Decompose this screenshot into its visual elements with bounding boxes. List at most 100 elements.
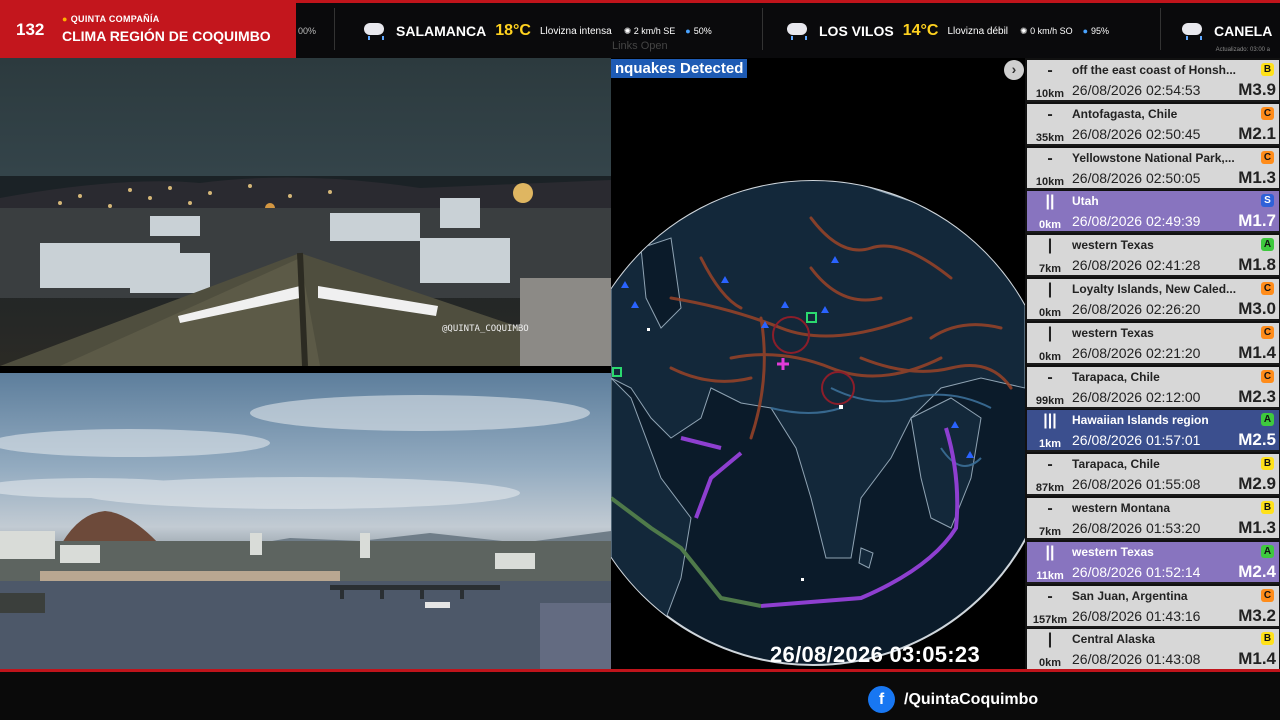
wind: ✺ 0 km/h SO bbox=[1020, 25, 1073, 36]
intensity-bars: - bbox=[1047, 587, 1053, 605]
quake-magnitude: M1.8 bbox=[1238, 255, 1276, 275]
alert-level-badge: S bbox=[1261, 194, 1274, 208]
quake-magnitude: M2.9 bbox=[1238, 474, 1276, 494]
quake-magnitude: M1.4 bbox=[1238, 649, 1276, 669]
brand-number: 132 bbox=[16, 20, 45, 39]
quake-time: 26/08/2026 01:43:08 bbox=[1072, 651, 1201, 668]
condition: Llovizna intensa bbox=[539, 25, 612, 37]
quake-list-item[interactable]: | 0km western Texas 26/08/2026 02:21:20 M1.4… bbox=[1027, 322, 1279, 365]
condition: Llovizna débil bbox=[947, 25, 1009, 37]
quake-distance: 157km bbox=[1032, 613, 1068, 626]
quake-list-item[interactable]: | 0km Central Alaska 26/08/2026 01:43:08 M1.… bbox=[1027, 629, 1279, 672]
quake-distance: 99km bbox=[1035, 394, 1065, 407]
facebook-icon[interactable]: f bbox=[868, 686, 895, 713]
quake-list-item[interactable]: || 11km western Texas 26/08/2026 01:52:14 M2… bbox=[1027, 541, 1279, 584]
droplet-icon: ● bbox=[685, 26, 691, 36]
earthquakes-detected-badge: nquakes Detected bbox=[611, 59, 748, 78]
temperature: 18°C bbox=[495, 22, 531, 39]
night-scene bbox=[0, 176, 611, 366]
quake-distance: 87km bbox=[1035, 482, 1065, 495]
map-clock: 26/08/2026 03:05:23 bbox=[770, 642, 980, 667]
droplet-icon: ● bbox=[1082, 26, 1089, 36]
quake-place: Utah bbox=[1072, 194, 1099, 209]
quake-magnitude: M2.1 bbox=[1238, 123, 1276, 143]
quake-magnitude: M1.7 bbox=[1238, 211, 1276, 231]
quake-distance: 10km bbox=[1035, 88, 1065, 100]
intensity-bars: - bbox=[1047, 500, 1053, 517]
open-links-label[interactable]: Links Open bbox=[612, 40, 668, 52]
quake-magnitude: M1.3 bbox=[1238, 518, 1276, 537]
wind: ✺ 2 km/h SE bbox=[623, 25, 676, 36]
alert-level-badge: A bbox=[1261, 413, 1274, 427]
quake-magnitude: M1.3 bbox=[1238, 167, 1276, 187]
quake-distance: 1km bbox=[1038, 438, 1062, 451]
weather-item-canela: CANELA bbox=[1180, 14, 1280, 48]
earthquake-globe-map[interactable] bbox=[611, 58, 1025, 669]
quake-list-item[interactable]: - 7km western Montana 26/08/2026 01:53:20 M1… bbox=[1027, 498, 1279, 540]
intensity-bars: ||| bbox=[1043, 412, 1057, 430]
city-name: SALAMANCA bbox=[396, 23, 487, 39]
quake-place: Antofagasta, Chile bbox=[1072, 106, 1178, 121]
temperature: 14°C bbox=[902, 22, 939, 39]
quake-distance: 0km bbox=[1038, 350, 1062, 363]
quake-time: 26/08/2026 01:52:14 bbox=[1072, 563, 1201, 580]
alert-level-badge: C bbox=[1261, 325, 1274, 339]
quake-magnitude: M3.2 bbox=[1238, 605, 1276, 625]
city-name: LOS VILOS bbox=[819, 23, 894, 39]
intensity-bars: | bbox=[1047, 281, 1053, 298]
quake-list-item[interactable]: - 35km Antofagasta, Chile 26/08/2026 02:50:… bbox=[1027, 103, 1279, 146]
quake-time: 26/08/2026 01:53:20 bbox=[1072, 520, 1201, 536]
facebook-handle[interactable]: /QuintaCoquimbo bbox=[904, 691, 1038, 709]
alert-level-badge: C bbox=[1261, 150, 1274, 164]
chevron-right-icon[interactable]: › bbox=[1004, 60, 1024, 80]
quake-place: Tarapaca, Chile bbox=[1072, 457, 1160, 472]
intensity-bars: - bbox=[1047, 456, 1053, 474]
intensity-bars: | bbox=[1047, 631, 1053, 649]
quake-distance: 10km bbox=[1035, 175, 1065, 188]
intensity-bars: || bbox=[1045, 543, 1055, 561]
quake-distance: 7km bbox=[1038, 526, 1062, 538]
quake-place: Yellowstone National Park,... bbox=[1072, 150, 1235, 165]
quake-distance: 35km bbox=[1035, 131, 1065, 144]
brand-title: CLIMA REGIÓN DE COQUIMBO bbox=[62, 28, 271, 44]
quake-list-item[interactable]: || 0km Utah 26/08/2026 02:49:39 M1.7 S bbox=[1027, 191, 1279, 234]
quake-list-item[interactable]: - 157km San Juan, Argentina 26/08/2026 01:4… bbox=[1027, 585, 1279, 628]
quake-distance: 11km bbox=[1036, 569, 1064, 582]
quake-place: western Texas bbox=[1072, 544, 1154, 559]
intensity-bars: | bbox=[1047, 237, 1053, 255]
quake-magnitude: M2.3 bbox=[1238, 386, 1276, 406]
rain-cloud-icon bbox=[785, 21, 809, 41]
intensity-bars: || bbox=[1045, 193, 1055, 211]
quake-time: 26/08/2026 01:43:16 bbox=[1072, 607, 1201, 624]
quake-time: 26/08/2026 01:55:08 bbox=[1072, 476, 1201, 493]
quake-magnitude: M3.0 bbox=[1238, 299, 1276, 318]
quake-place: western Texas bbox=[1072, 325, 1154, 340]
quake-distance: 0km bbox=[1038, 219, 1062, 232]
cam-divider bbox=[0, 366, 611, 373]
alert-level-badge: B bbox=[1261, 457, 1274, 471]
bottom-bar bbox=[0, 669, 1280, 720]
quake-list-item[interactable]: | 0km Loyalty Islands, New Caled... 26/08/2… bbox=[1027, 279, 1279, 321]
cam-watermark: @QUINTA_COQUIMBO bbox=[442, 324, 529, 334]
quake-time: 26/08/2026 02:26:20 bbox=[1072, 301, 1201, 317]
alert-level-badge: C bbox=[1261, 588, 1274, 602]
quake-time: 26/08/2026 01:57:01 bbox=[1072, 432, 1201, 449]
quake-time: 26/08/2026 02:54:53 bbox=[1072, 82, 1201, 98]
quake-list-item[interactable]: - 99km Tarapaca, Chile 26/08/2026 02:12:00 M… bbox=[1027, 366, 1279, 409]
quake-list-item[interactable]: - 10km Yellowstone National Park,... 26/08/… bbox=[1027, 147, 1279, 190]
quake-list-item[interactable]: | 7km western Texas 26/08/2026 02:41:28 M1.8… bbox=[1027, 235, 1279, 278]
alert-level-badge: A bbox=[1261, 544, 1274, 558]
quake-magnitude: M2.4 bbox=[1238, 561, 1276, 581]
camera-feed-bay bbox=[0, 373, 611, 669]
quake-time: 26/08/2026 02:41:28 bbox=[1072, 257, 1201, 274]
quake-time: 26/08/2026 02:50:45 bbox=[1072, 125, 1201, 142]
quake-distance: 0km bbox=[1038, 657, 1062, 670]
quake-place: Tarapaca, Chile bbox=[1072, 369, 1160, 384]
alert-level-badge: B bbox=[1261, 501, 1274, 514]
ticker-fragment: 00% bbox=[298, 26, 317, 36]
quake-place: Loyalty Islands, New Caled... bbox=[1072, 282, 1237, 296]
quake-list-item[interactable]: ||| 1km Hawaiian Islands region 26/08/2026 … bbox=[1027, 410, 1279, 453]
brand-company: ● QUINTA COMPAÑÍA bbox=[62, 14, 160, 24]
quake-list-item[interactable]: - 10km off the east coast of Honsh... 26/08… bbox=[1027, 60, 1279, 102]
quake-list-item[interactable]: - 87km Tarapaca, Chile 26/08/2026 01:55:08 M… bbox=[1027, 454, 1279, 497]
